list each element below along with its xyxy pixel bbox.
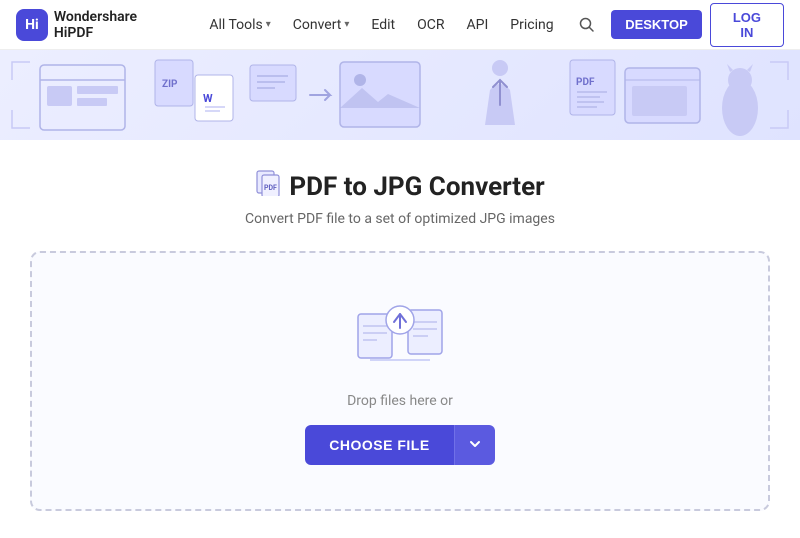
search-icon[interactable] [572,9,604,41]
nav-convert[interactable]: Convert ▾ [283,11,360,39]
nav-all-tools[interactable]: All Tools ▾ [199,11,280,39]
upload-icon [350,297,450,377]
nav-api[interactable]: API [457,11,499,39]
nav-ocr[interactable]: OCR [407,11,454,39]
svg-text:W: W [203,92,213,105]
page-subtitle: Convert PDF file to a set of optimized J… [245,211,555,227]
nav-pricing[interactable]: Pricing [500,11,563,39]
drop-text: Drop files here or [347,393,453,409]
choose-file-wrap: CHOOSE FILE [305,425,494,465]
drop-zone[interactable]: Drop files here or CHOOSE FILE [30,251,770,511]
login-button[interactable]: LOG IN [710,3,784,47]
main-content: PDF PDF to JPG Converter Convert PDF fil… [0,140,800,531]
hero-banner: ZIP W PDF [0,50,800,140]
svg-text:PDF: PDF [576,77,595,88]
navbar: Hi Wondershare HiPDF All Tools ▾ Convert… [0,0,800,50]
chevron-down-icon: ▾ [344,19,349,30]
desktop-button[interactable]: DESKTOP [611,10,702,39]
chevron-down-icon: ▾ [266,19,271,30]
svg-text:PDF: PDF [264,184,277,192]
nav-right: DESKTOP LOG IN [572,3,784,47]
chevron-down-icon [469,438,481,450]
logo[interactable]: Hi Wondershare HiPDF [16,9,179,41]
pdf-icon: PDF [255,170,281,203]
logo-icon: Hi [16,9,48,41]
choose-file-dropdown[interactable] [454,425,495,465]
logo-text: Wondershare HiPDF [54,9,179,41]
page-title: PDF PDF to JPG Converter [255,170,544,203]
nav-edit[interactable]: Edit [361,11,405,39]
nav-links: All Tools ▾ Convert ▾ Edit OCR API Prici… [199,11,563,39]
choose-file-button[interactable]: CHOOSE FILE [305,425,453,465]
svg-text:ZIP: ZIP [162,79,178,90]
